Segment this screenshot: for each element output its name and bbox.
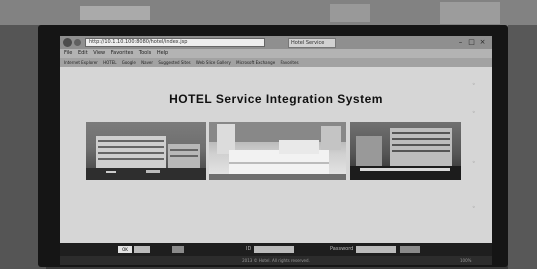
login-submit-button[interactable] (400, 246, 420, 253)
forward-arrow-icon[interactable] (74, 39, 81, 46)
back-arrow-icon[interactable] (63, 38, 72, 47)
hotel-exterior-photo (86, 122, 206, 180)
background-sign (80, 6, 150, 20)
side-marker: ◦ (472, 159, 476, 166)
menu-edit[interactable]: Edit (78, 50, 88, 56)
hotel-night-view-image (350, 128, 461, 180)
menu-tools[interactable]: Tools (139, 50, 151, 56)
side-marker: ◦ (472, 81, 476, 88)
guest-room-image (209, 122, 346, 180)
minimize-button[interactable]: – (455, 37, 466, 47)
favorite-link[interactable]: Suggested Sites (158, 60, 190, 65)
page-title: HOTEL Service Integration System (169, 92, 383, 106)
favorite-link[interactable]: Web Slice Gallery (196, 60, 231, 65)
browser-tab[interactable]: Hotel Service (288, 38, 336, 48)
login-option-field[interactable] (172, 246, 184, 253)
id-label: ID (246, 246, 252, 252)
page-footer: 2013 © Hotel. All rights reserved. 100% (60, 256, 492, 265)
favorite-link[interactable]: Naver (141, 60, 153, 65)
background-object (330, 4, 370, 22)
address-bar[interactable]: http://10.1.10.100:8080/hotel/index.jsp (85, 38, 265, 47)
favorite-link[interactable]: Microsoft Exchange (236, 60, 275, 65)
close-button[interactable]: × (477, 37, 488, 47)
id-input[interactable] (254, 246, 294, 253)
page-content: HOTEL Service Integration System ◦ ◦ ◦ ◦ (60, 67, 492, 243)
monitor-screen: http://10.1.10.100:8080/hotel/index.jsp … (60, 36, 492, 265)
copyright-text: 2013 © Hotel. All rights reserved. (242, 258, 310, 263)
menu-file[interactable]: File (64, 50, 72, 56)
maximize-button[interactable]: □ (466, 37, 477, 47)
favorite-link[interactable]: Google (122, 60, 136, 65)
hotel-exterior-image (86, 136, 206, 180)
browser-titlebar: http://10.1.10.100:8080/hotel/index.jsp … (60, 36, 492, 49)
zoom-level[interactable]: 100% (460, 256, 471, 265)
password-input[interactable] (356, 246, 396, 253)
side-marker: ◦ (472, 109, 476, 116)
hotel-night-view-photo (350, 122, 461, 180)
favorites-bar: Internet Explorer HOTEL Google Naver Sug… (60, 58, 492, 67)
favorite-link[interactable]: Favorites (280, 60, 298, 65)
favorite-link[interactable]: HOTEL (103, 60, 116, 65)
background-window (440, 2, 500, 24)
menu-view[interactable]: View (93, 50, 105, 56)
login-option-field[interactable] (134, 246, 150, 253)
window-controls: – □ × (455, 37, 489, 47)
menu-help[interactable]: Help (157, 50, 168, 56)
favorite-link[interactable]: Internet Explorer (64, 60, 98, 65)
login-bar: OK ID Password (60, 243, 492, 256)
password-label: Password (330, 246, 354, 252)
menu-bar: File Edit View Favorites Tools Help (60, 49, 492, 58)
login-button[interactable]: OK (118, 246, 132, 253)
menu-favorites[interactable]: Favorites (111, 50, 134, 56)
guest-room-photo (209, 122, 346, 180)
desk-right (508, 25, 537, 269)
side-marker: ◦ (472, 204, 476, 211)
